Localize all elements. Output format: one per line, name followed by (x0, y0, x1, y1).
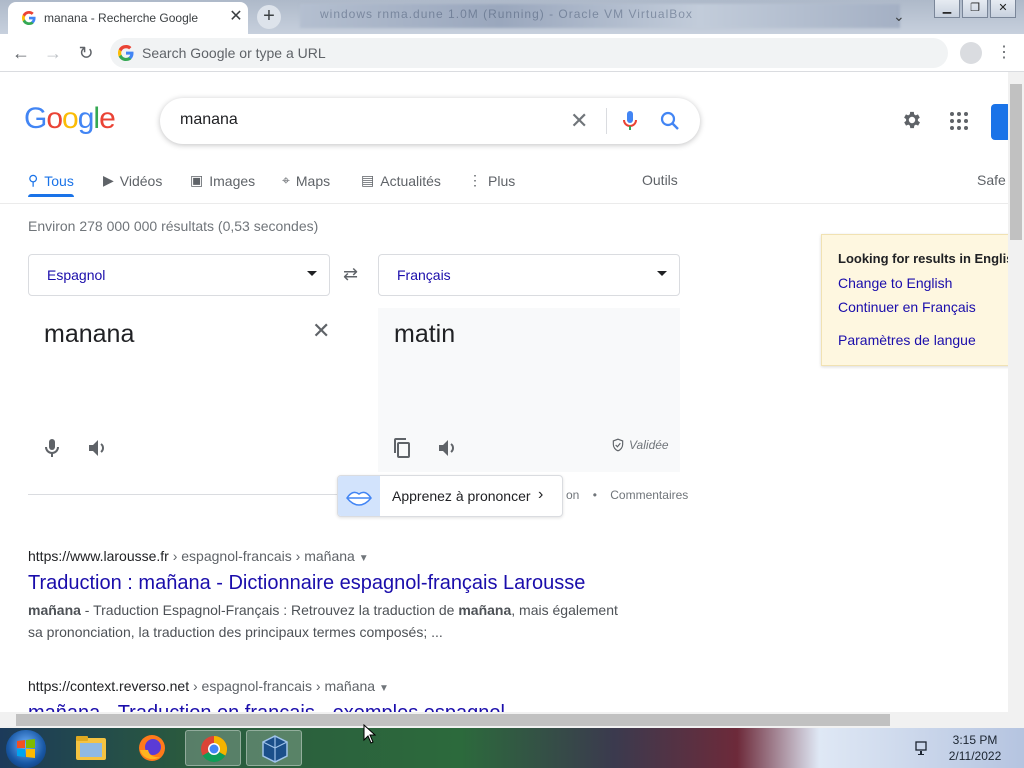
more-vert-icon: ⋮ (468, 172, 482, 188)
tab-close-icon[interactable]: ✕ (226, 7, 246, 27)
caret-down-icon[interactable]: ▼ (379, 683, 389, 694)
menu-kebab-icon[interactable]: ⋮ (996, 42, 1012, 62)
feedback-link[interactable]: Commentaires (610, 488, 688, 502)
firefox-icon[interactable] (124, 730, 180, 766)
result-title-link[interactable]: Traduction : mañana - Dictionnaire espag… (28, 572, 628, 595)
tab-strip: windows rnma.dune 1.0M (Running) - Oracl… (0, 0, 1024, 34)
language-settings-link[interactable]: Paramètres de langue (838, 332, 976, 348)
source-language-select[interactable]: Espagnol (28, 254, 330, 296)
blurred-window-title: windows rnma.dune 1.0M (Running) - Oracl… (320, 7, 693, 21)
swap-languages-icon[interactable]: ⇄ (343, 264, 358, 285)
horizontal-scrollbar[interactable] (0, 712, 1008, 728)
shield-check-icon (612, 438, 624, 452)
tab-maps[interactable]: ⌖ Maps (282, 172, 330, 189)
back-arrow-icon[interactable]: ← (10, 42, 32, 64)
close-window-button[interactable]: ✕ (990, 0, 1016, 18)
search-icon: ⚲ (28, 172, 39, 188)
virtualbox-icon[interactable] (246, 730, 302, 766)
tab-videos[interactable]: ▶ Vidéos (103, 172, 162, 189)
network-icon[interactable] (915, 740, 931, 761)
clear-source-icon[interactable]: ✕ (312, 318, 330, 344)
profile-avatar-icon[interactable] (960, 42, 982, 64)
source-text-area[interactable]: manana ✕ (28, 308, 330, 472)
speaker-icon[interactable] (436, 436, 460, 460)
search-query[interactable]: manana (180, 111, 238, 129)
maximize-button[interactable]: ❐ (962, 0, 988, 18)
caret-down-icon[interactable]: ▼ (359, 553, 369, 564)
dropdown-arrow-icon (307, 271, 317, 276)
tab-more[interactable]: ⋮ Plus (468, 172, 515, 189)
tab-news[interactable]: ▤ Actualités (361, 172, 441, 189)
forward-arrow-icon[interactable]: → (42, 42, 64, 64)
google-apps-grid-icon[interactable] (949, 111, 969, 131)
video-icon: ▶ (103, 172, 114, 188)
clock-time: 3:15 PM (952, 733, 998, 747)
microphone-icon[interactable] (622, 110, 638, 132)
tab-search-chevron-icon[interactable]: ⌄ (893, 8, 905, 25)
translated-text: matin (394, 320, 456, 348)
divider (28, 494, 348, 495)
tab-images[interactable]: ▣ Images (190, 172, 255, 189)
language-notice: Looking for results in English? Change t… (821, 234, 1008, 366)
copy-icon[interactable] (390, 436, 414, 460)
notice-heading: Looking for results in English? (838, 251, 1008, 266)
result-snippet: mañana - Traduction Espagnol-Français : … (28, 602, 618, 640)
google-favicon-icon (22, 11, 36, 25)
file-explorer-icon[interactable] (64, 730, 120, 766)
start-button[interactable] (6, 730, 46, 768)
lips-icon (338, 476, 380, 516)
learn-pronunciation-button[interactable]: Apprenez à prononcer › (337, 475, 563, 517)
microphone-icon[interactable] (40, 436, 64, 460)
clear-search-icon[interactable]: ✕ (570, 108, 588, 134)
chevron-right-icon: › (538, 486, 544, 503)
result-url[interactable]: https://context.reverso.net › espagnol-f… (28, 678, 505, 694)
browser-tab[interactable]: manana - Recherche Google ✕ (8, 2, 248, 34)
validated-badge: Validée (611, 438, 669, 452)
browser-toolbar: ← → ↻ Search Google or type a URL ⋮ (0, 34, 1024, 72)
minimize-button[interactable]: ▁ (934, 0, 960, 18)
partial-link[interactable]: on (566, 488, 579, 502)
change-to-english-link[interactable]: Change to English (838, 275, 952, 291)
tab-title: manana - Recherche Google (44, 11, 199, 25)
omnibox[interactable]: Search Google or type a URL (110, 38, 948, 68)
safesearch-link[interactable]: Safe (977, 172, 1006, 188)
system-clock[interactable]: 3:15 PM 2/11/2022 (940, 732, 1010, 764)
omnibox-placeholder: Search Google or type a URL (142, 45, 326, 61)
vertical-scrollbar[interactable] (1008, 72, 1024, 712)
google-logo[interactable]: Google (24, 102, 116, 136)
translation-output: matin Validée (378, 308, 680, 472)
sign-in-button[interactable] (991, 104, 1008, 140)
map-pin-icon: ⌖ (282, 172, 290, 188)
search-result: https://www.larousse.fr › espagnol-franc… (28, 548, 628, 643)
windows-taskbar: 3:15 PM 2/11/2022 (0, 728, 1024, 768)
scroll-thumb[interactable] (16, 714, 890, 726)
scroll-thumb[interactable] (1010, 84, 1022, 240)
clock-date: 2/11/2022 (948, 749, 1002, 763)
search-result: https://context.reverso.net › espagnol-f… (28, 678, 505, 712)
image-icon: ▣ (190, 172, 204, 188)
search-tabs: ⚲ Tous ▶ Vidéos ▣ Images ⌖ Maps ▤ Actualités … (0, 172, 1008, 204)
tab-all[interactable]: ⚲ Tous (28, 172, 74, 197)
chrome-icon[interactable] (185, 730, 241, 766)
window-controls: ▁ ❐ ✕ (932, 0, 1016, 20)
continue-french-link[interactable]: Continuer en Français (838, 299, 976, 315)
news-icon: ▤ (361, 172, 375, 188)
search-results-page: Google manana ✕ ⚲ Tous ▶ Vidéos ▣ Images… (0, 72, 1008, 712)
reload-icon[interactable]: ↻ (75, 42, 97, 64)
search-box[interactable]: manana ✕ (160, 98, 700, 144)
feedback-row: on • Commentaires (566, 488, 689, 502)
target-language-select[interactable]: Français (378, 254, 680, 296)
search-icon[interactable] (660, 111, 680, 131)
result-stats: Environ 278 000 000 résultats (0,53 seco… (28, 218, 319, 234)
settings-gear-icon[interactable] (901, 109, 923, 131)
dropdown-arrow-icon (657, 271, 667, 276)
source-text[interactable]: manana (44, 320, 134, 349)
result-title-link[interactable]: mañana - Traduction en français - exempl… (28, 702, 505, 712)
mouse-cursor-icon (363, 724, 377, 744)
google-g-icon (118, 45, 134, 61)
tools-button[interactable]: Outils (642, 172, 678, 188)
new-tab-button[interactable]: + (257, 5, 281, 29)
speaker-icon[interactable] (86, 436, 110, 460)
result-url[interactable]: https://www.larousse.fr › espagnol-franc… (28, 548, 628, 564)
